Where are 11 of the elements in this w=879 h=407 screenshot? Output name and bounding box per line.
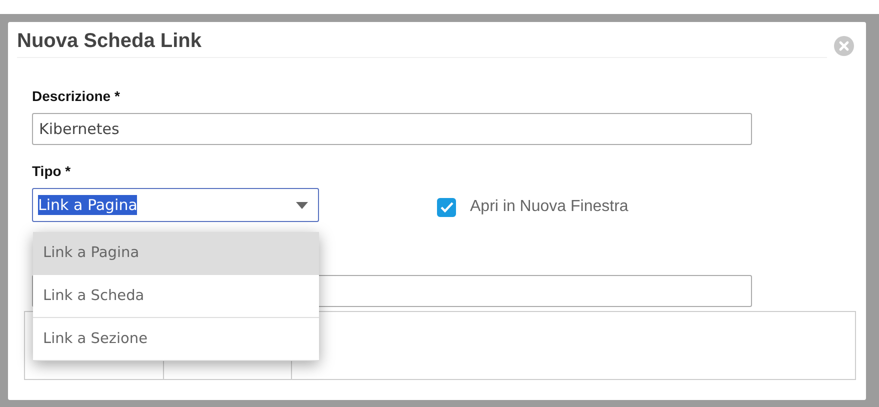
caret-icon — [296, 202, 308, 208]
close-icon[interactable] — [834, 36, 854, 56]
checkbox[interactable] — [437, 198, 456, 216]
dialog-title: Nuova Scheda Link — [17, 30, 827, 58]
field-label: Tipo * — [32, 163, 72, 179]
description-field[interactable]: Kibernetes — [32, 113, 752, 145]
dropdown-option[interactable]: Link a Sezione — [33, 318, 319, 361]
dropdown-option[interactable]: Link a Pagina — [33, 232, 319, 275]
field-label: Descrizione * — [32, 88, 121, 104]
type-dropdown[interactable]: Link a Pagina — [32, 188, 319, 222]
checkbox-label: Apri in Nuova Finestra — [470, 198, 628, 216]
